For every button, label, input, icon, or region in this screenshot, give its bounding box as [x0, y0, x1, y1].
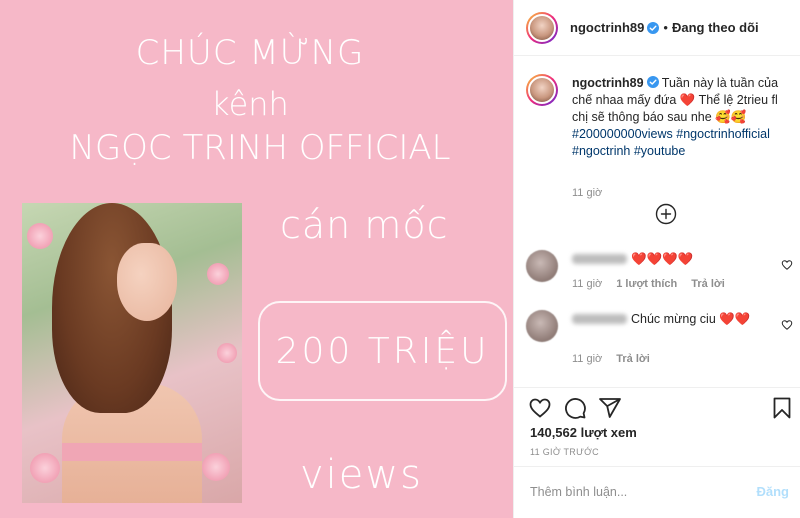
heart-icon[interactable] [528, 396, 552, 420]
post-comment-button[interactable]: Đăng [757, 484, 790, 499]
comment-username-blurred[interactable] [572, 314, 627, 324]
post-modal: CHÚC MỪNG kênh NGỌC TRINH OFFICIAL cán m… [0, 0, 800, 518]
share-icon[interactable] [598, 396, 622, 420]
caption-avatar[interactable] [526, 74, 558, 106]
image-text-views: views [300, 452, 423, 498]
image-text-congrats: CHÚC MỪNG [135, 33, 365, 73]
comment-item: Chúc mừng ciu ❤️❤️ 11 giờ Trả lời [526, 310, 796, 365]
hashtag-link[interactable]: #youtube [634, 144, 685, 158]
heart-icon[interactable] [781, 319, 793, 331]
comment-meta: 11 giờ Trả lời [572, 353, 650, 365]
comment-text: ❤️❤️❤️❤️ [572, 251, 693, 268]
caption-text: ngoctrinh89 Tuần này là tuần của chế nha… [572, 75, 794, 160]
hashtag-link[interactable]: #200000000views [572, 127, 673, 141]
comment-time[interactable]: 11 giờ [572, 353, 602, 365]
comments-section: ngoctrinh89 Tuần này là tuần của chế nha… [514, 57, 800, 387]
post-header: ngoctrinh89 • Đang theo dõi [514, 0, 800, 56]
reply-button[interactable]: Trả lời [691, 278, 725, 290]
avatar[interactable] [526, 11, 558, 44]
comment-likes[interactable]: 1 lượt thích [616, 278, 677, 290]
comment-body: ❤️❤️❤️❤️ [631, 252, 694, 266]
image-text-channel: kênh [211, 85, 289, 123]
heart-emoji: ❤️ [679, 93, 696, 107]
smile-emoji: 🥰🥰 [715, 110, 747, 124]
heart-icon[interactable] [781, 259, 793, 271]
verified-badge-icon [646, 76, 659, 88]
reply-button[interactable]: Trả lời [616, 353, 650, 365]
header-separator: • [663, 20, 668, 35]
comment-avatar[interactable] [526, 310, 558, 342]
caption-username[interactable]: ngoctrinh89 [572, 76, 644, 90]
image-text-channel-name: NGỌC TRINH OFFICIAL [69, 128, 451, 168]
post-sidebar: ngoctrinh89 • Đang theo dõi ngoctrinh89 … [513, 0, 800, 518]
comment-body: Chúc mừng ciu ❤️❤️ [631, 312, 751, 326]
load-more-comments-icon[interactable] [655, 203, 677, 225]
post-timestamp[interactable]: 11 GIỜ TRƯỚC [530, 447, 599, 457]
comment-composer: Đăng [514, 466, 800, 518]
action-bar: 140,562 lượt xem 11 GIỜ TRƯỚC [514, 387, 800, 467]
post-image[interactable]: CHÚC MỪNG kênh NGỌC TRINH OFFICIAL cán m… [0, 0, 513, 518]
verified-badge-icon [647, 21, 660, 34]
comment-avatar[interactable] [526, 250, 558, 282]
comment-icon[interactable] [563, 396, 587, 420]
milestone-value: 200 TRIỆU [275, 330, 490, 372]
portrait-photo [22, 203, 242, 503]
view-count[interactable]: 140,562 lượt xem [530, 425, 637, 440]
bookmark-icon[interactable] [770, 396, 794, 420]
caption-time[interactable]: 11 giờ [572, 187, 602, 199]
comment-time[interactable]: 11 giờ [572, 278, 602, 290]
comment-input[interactable] [530, 482, 740, 502]
comment-item: ❤️❤️❤️❤️ 11 giờ 1 lượt thích Trả lời [526, 250, 796, 300]
milestone-box: 200 TRIỆU [258, 301, 507, 401]
comment-username-blurred[interactable] [572, 254, 627, 264]
image-text-milestone-label: cán mốc [280, 203, 449, 247]
hashtag-link[interactable]: #ngoctrinh [572, 144, 630, 158]
comment-text: Chúc mừng ciu ❤️❤️ [572, 311, 750, 328]
header-username[interactable]: ngoctrinh89 [570, 20, 644, 35]
hashtag-link[interactable]: #ngoctrinhofficial [676, 127, 770, 141]
following-button[interactable]: Đang theo dõi [672, 20, 759, 35]
comment-meta: 11 giờ 1 lượt thích Trả lời [572, 278, 725, 290]
